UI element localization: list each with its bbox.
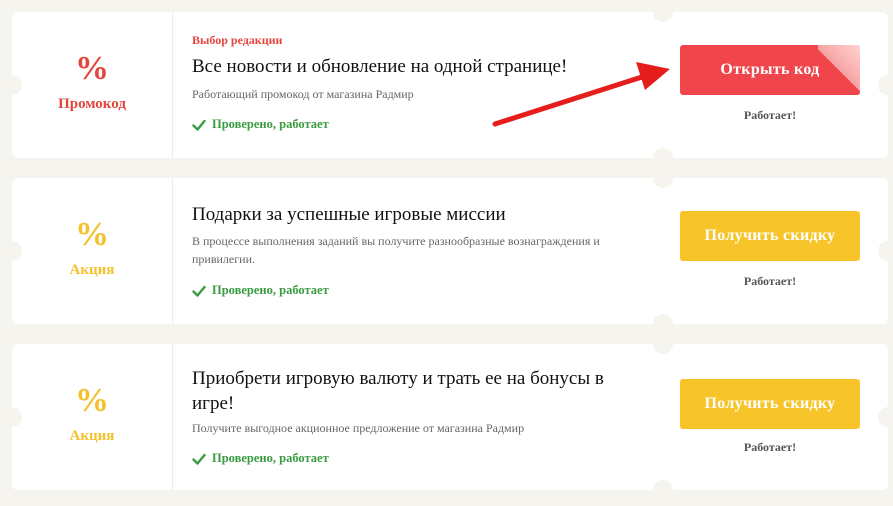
coupon-type-column: % Акция bbox=[12, 344, 173, 490]
coupon-card: % Акция Приобрети игровую валюту и трать… bbox=[2, 334, 893, 500]
works-status: Работает! bbox=[743, 274, 797, 288]
percent-icon: % bbox=[75, 50, 109, 87]
coupon-card: % Промокод Выбор редакции Все новости и … bbox=[2, 2, 893, 168]
coupon-info: Подарки за успешные игровые миссии В про… bbox=[192, 178, 652, 324]
percent-icon: % bbox=[75, 382, 109, 419]
coupon-title[interactable]: Приобрети игровую валюту и трать ее на б… bbox=[192, 366, 642, 416]
coupon-list: % Промокод Выбор редакции Все новости и … bbox=[0, 0, 893, 506]
coupon-title[interactable]: Все новости и обновление на одной страни… bbox=[192, 54, 652, 79]
open-code-button[interactable]: Открыть код bbox=[680, 45, 860, 95]
editor-pick-badge: Выбор редакции bbox=[192, 33, 283, 47]
verified-status: Проверено, работает bbox=[192, 283, 329, 298]
coupon-description: В процессе выполнения заданий вы получит… bbox=[192, 234, 600, 266]
verified-label: Проверено, работает bbox=[212, 451, 329, 465]
works-status: Работает! bbox=[743, 440, 797, 454]
coupon-type-column: % Акция bbox=[12, 178, 173, 324]
coupon-description: Получите выгодное акционное предложение … bbox=[192, 421, 525, 435]
verified-status: Проверено, работает bbox=[192, 451, 329, 466]
verified-status: Проверено, работает bbox=[192, 117, 329, 132]
works-status: Работает! bbox=[743, 108, 797, 122]
get-discount-button[interactable]: Получить скидку bbox=[680, 211, 860, 261]
coupon-type-label: Промокод bbox=[58, 96, 126, 112]
coupon-action: Открыть код Работает! bbox=[674, 12, 888, 158]
coupon-type-label: Акция bbox=[69, 262, 115, 278]
verified-label: Проверено, работает bbox=[212, 117, 329, 131]
coupon-title[interactable]: Подарки за успешные игровые миссии bbox=[192, 202, 652, 227]
coupon-card: % Акция Подарки за успешные игровые мисс… bbox=[2, 168, 893, 334]
check-icon bbox=[192, 285, 206, 297]
get-discount-button-label: Получить скидку bbox=[704, 227, 836, 244]
coupon-description: Работающий промокод от магазина Радмир bbox=[192, 87, 414, 101]
verified-label: Проверено, работает bbox=[212, 283, 329, 297]
get-discount-button[interactable]: Получить скидку bbox=[680, 379, 860, 429]
coupon-info: Приобрети игровую валюту и трать ее на б… bbox=[192, 344, 652, 490]
coupon-action: Получить скидку Работает! bbox=[674, 178, 888, 324]
coupon-type-column: % Промокод bbox=[12, 12, 173, 158]
check-icon bbox=[192, 119, 206, 131]
coupon-info: Выбор редакции Все новости и обновление … bbox=[192, 12, 652, 158]
code-peek-corner bbox=[818, 45, 860, 95]
get-discount-button-label: Получить скидку bbox=[704, 395, 836, 412]
coupon-type-label: Акция bbox=[69, 428, 115, 444]
open-code-button-label: Открыть код bbox=[720, 61, 820, 78]
check-icon bbox=[192, 453, 206, 465]
percent-icon: % bbox=[75, 216, 109, 253]
coupon-action: Получить скидку Работает! bbox=[674, 344, 888, 490]
